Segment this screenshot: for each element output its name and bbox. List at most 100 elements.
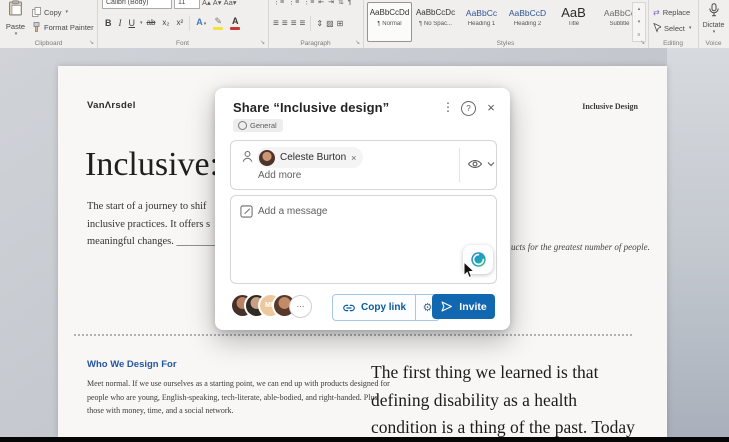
- paragraph-group-label: Paragraph: [268, 40, 363, 47]
- dictate-label: Dictate: [698, 22, 729, 29]
- clipboard-dialog-launcher-icon[interactable]: ↘: [89, 39, 94, 46]
- styles-dialog-launcher-icon[interactable]: ↘: [640, 39, 645, 46]
- highlight-button[interactable]: ✎: [210, 15, 226, 31]
- voice-group-label: Voice: [698, 40, 729, 47]
- sensitivity-label-text: General: [250, 121, 277, 130]
- paste-dropdown-icon[interactable]: ▾: [3, 31, 29, 37]
- send-icon: [440, 300, 453, 313]
- justify-button[interactable]: ≡: [300, 18, 306, 29]
- permissions-dropdown[interactable]: [467, 157, 495, 171]
- style-title[interactable]: AaB Title: [551, 2, 596, 42]
- style-name: ¶ Normal: [368, 21, 411, 27]
- replace-label: Replace: [663, 8, 691, 17]
- font-name-combobox[interactable]: Calibri (Body): [102, 0, 172, 9]
- bullets-button[interactable]: ⋮≡: [273, 0, 284, 6]
- multilevel-list-button[interactable]: ⋮≡: [303, 0, 314, 6]
- close-icon[interactable]: ×: [485, 101, 497, 114]
- bottom-black-bar: [0, 437, 729, 442]
- align-right-button[interactable]: ≡: [291, 18, 297, 29]
- recipients-field[interactable]: Celeste Burton × Add more: [230, 140, 497, 190]
- text-effects-icon: A: [196, 17, 203, 27]
- subscript-button[interactable]: x₂: [159, 17, 172, 29]
- shrink-font-button[interactable]: A▾: [213, 0, 222, 7]
- text-effects-button[interactable]: A▾: [193, 16, 209, 30]
- italic-button[interactable]: I: [116, 17, 125, 29]
- remove-recipient-icon[interactable]: ×: [351, 153, 356, 163]
- styles-scroll-down-icon[interactable]: ▾: [638, 19, 641, 25]
- format-painter-icon: [32, 22, 41, 32]
- styles-scroll-up-icon[interactable]: ▴: [638, 6, 641, 12]
- copy-link-button[interactable]: Copy link: [333, 295, 415, 320]
- right-column-paragraph: The first thing we learned is that defin…: [371, 359, 635, 442]
- sensitivity-label-badge[interactable]: General: [233, 119, 283, 132]
- style-preview: AaBbCcDd: [368, 3, 411, 21]
- ribbon-group-voice: Dictate ▾ Voice: [698, 0, 729, 48]
- more-options-icon[interactable]: ⋮: [442, 101, 452, 114]
- line-spacing-button[interactable]: ⇕: [316, 19, 323, 28]
- invite-button[interactable]: Invite: [432, 294, 495, 319]
- style-heading-2[interactable]: AaBbCcD Heading 2: [505, 2, 550, 42]
- style-preview: AaBbCc: [460, 3, 503, 21]
- numbering-button[interactable]: ⋮≡: [288, 0, 299, 6]
- align-center-button[interactable]: ≡: [282, 18, 288, 29]
- paragraph-dialog-launcher-icon[interactable]: ↘: [355, 39, 360, 46]
- field-divider: [459, 148, 460, 182]
- format-painter-button[interactable]: Format Painter: [32, 22, 94, 32]
- styles-group-label: Styles: [363, 40, 648, 47]
- sort-button[interactable]: ⇅: [338, 0, 344, 6]
- style-heading-1[interactable]: AaBbCc Heading 1: [459, 2, 504, 42]
- copy-button[interactable]: Copy▾: [32, 7, 68, 17]
- recipient-chip[interactable]: Celeste Burton ×: [257, 147, 363, 168]
- copy-icon: [32, 7, 41, 17]
- bold-button[interactable]: B: [102, 17, 115, 29]
- message-placeholder: Add a message: [258, 206, 328, 217]
- grow-font-button[interactable]: A▴: [202, 0, 211, 7]
- paste-button[interactable]: Paste ▾: [2, 0, 29, 35]
- message-field[interactable]: Add a message: [230, 195, 497, 284]
- font-size-combobox[interactable]: 11: [174, 0, 200, 9]
- avatar-overflow-button[interactable]: ···: [289, 295, 312, 318]
- superscript-button[interactable]: x²: [174, 17, 187, 29]
- strikethrough-button[interactable]: ab: [144, 17, 159, 29]
- add-more-input[interactable]: Add more: [258, 170, 301, 181]
- underline-button[interactable]: U: [126, 17, 139, 29]
- styles-gallery-scrollbar[interactable]: ▴ ▾ ≡: [632, 2, 646, 42]
- overflow-dots-icon: ···: [297, 302, 305, 311]
- style-name: Heading 2: [506, 21, 549, 27]
- share-dialog-title: Share “Inclusive design”: [233, 100, 389, 115]
- who-line: Meet normal. If we use ourselves as a st…: [87, 377, 390, 391]
- right-column-line: The first thing we learned is that: [371, 359, 635, 387]
- style-name: Heading 1: [460, 21, 503, 27]
- shading-button[interactable]: ▨: [326, 19, 334, 28]
- styles-more-icon[interactable]: ≡: [638, 32, 641, 38]
- font-group-label: Font: [97, 40, 268, 47]
- replace-button[interactable]: ⇄ Replace: [653, 8, 690, 17]
- recipient-avatar: [259, 150, 275, 166]
- style-normal[interactable]: AaBbCcDd ¶ Normal: [367, 2, 412, 42]
- compose-message-icon: [240, 205, 253, 218]
- ribbon-group-paragraph: ⋮≡ ⋮≡ ⋮≡ ⇤ ⇥ ⇅ ¶ ≡ ≡ ≡ ≡ ⇕ ▨ ⊞ Paragraph…: [268, 0, 364, 48]
- borders-button[interactable]: ⊞: [337, 19, 344, 28]
- document-heading: Inclusive:: [85, 146, 219, 184]
- style-no-spacing[interactable]: AaBbCcDc ¶ No Spac...: [413, 2, 458, 42]
- intro-line: inclusive practices. It offers s: [87, 216, 224, 234]
- recipient-name: Celeste Burton: [280, 152, 346, 163]
- select-button[interactable]: Select▾: [653, 23, 691, 33]
- clipboard-icon: [8, 0, 23, 16]
- select-label: Select: [664, 24, 685, 33]
- underline-dropdown-icon[interactable]: ▾: [140, 20, 143, 26]
- copy-dropdown-icon: ▾: [66, 9, 69, 15]
- change-case-button[interactable]: Aa▾: [224, 0, 237, 7]
- dictate-button[interactable]: Dictate ▾: [698, 3, 729, 35]
- who-line: people who are young, English-speaking, …: [87, 391, 390, 405]
- copy-link-split-button[interactable]: Copy link ⚙: [332, 294, 440, 321]
- show-marks-button[interactable]: ¶: [348, 0, 352, 6]
- font-color-button[interactable]: A: [227, 15, 243, 31]
- outdent-button[interactable]: ⇤: [318, 0, 324, 6]
- align-left-button[interactable]: ≡: [273, 18, 279, 29]
- brand-logo: VanΛrsdel: [87, 100, 136, 111]
- word-window: Paste ▾ Copy▾ Format Painter Clipboard ↘…: [0, 0, 729, 442]
- help-button[interactable]: ?: [461, 101, 476, 116]
- indent-button[interactable]: ⇥: [328, 0, 334, 6]
- font-dialog-launcher-icon[interactable]: ↘: [260, 39, 265, 46]
